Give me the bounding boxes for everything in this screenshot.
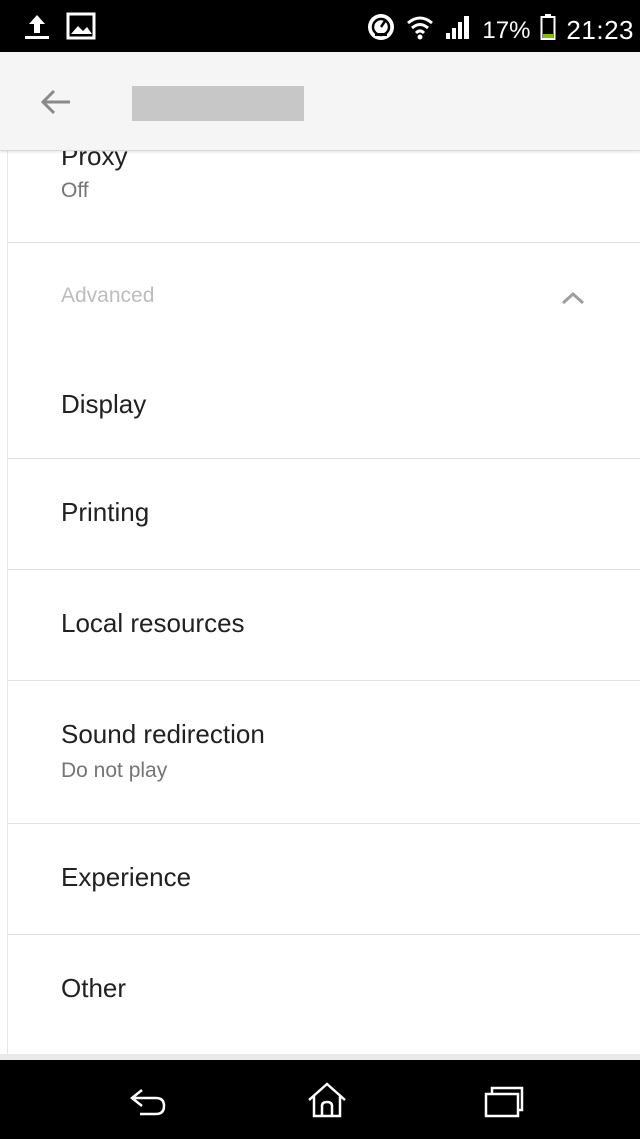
- chevron-up-icon[interactable]: [560, 290, 586, 311]
- app-toolbar: [0, 52, 640, 151]
- setting-label: Experience: [61, 862, 192, 892]
- setting-label: Other: [61, 973, 127, 1003]
- setting-sound-redirection[interactable]: Sound redirection Do not play: [8, 681, 640, 824]
- page-title-redacted: [132, 86, 304, 121]
- setting-printing[interactable]: Printing: [8, 459, 640, 570]
- setting-local-resources[interactable]: Local resources: [8, 570, 640, 681]
- battery-percent: 17%: [482, 16, 531, 44]
- setting-value: Off: [61, 179, 89, 202]
- status-bar: 17% 21:23: [0, 0, 640, 52]
- settings-list: Proxy Off Advanced Display Printing Loca…: [7, 150, 640, 1056]
- setting-experience[interactable]: Experience: [8, 824, 640, 935]
- battery-icon: [540, 13, 556, 48]
- speedometer-icon: [366, 12, 396, 49]
- upload-icon: [22, 12, 52, 45]
- navigation-bar: [0, 1060, 640, 1139]
- image-icon: [66, 12, 96, 45]
- signal-icon: [444, 14, 472, 47]
- wifi-icon: [406, 14, 434, 47]
- clock: 21:23: [566, 15, 634, 45]
- advanced-section-header[interactable]: Advanced: [8, 242, 640, 352]
- section-label: Advanced: [61, 284, 155, 307]
- recents-icon[interactable]: [482, 1080, 526, 1120]
- setting-label: Local resources: [61, 608, 245, 638]
- arrow-left-icon[interactable]: [38, 86, 74, 118]
- setting-other[interactable]: Other: [8, 935, 640, 1056]
- setting-value: Do not play: [61, 759, 168, 782]
- setting-label: Display: [61, 389, 147, 419]
- back-icon[interactable]: [126, 1080, 170, 1120]
- setting-label: Proxy: [61, 150, 128, 171]
- setting-label: Printing: [61, 497, 150, 527]
- setting-label: Sound redirection: [61, 719, 265, 749]
- setting-display[interactable]: Display: [8, 352, 640, 459]
- home-icon[interactable]: [305, 1080, 349, 1120]
- setting-proxy[interactable]: Proxy Off: [8, 150, 640, 243]
